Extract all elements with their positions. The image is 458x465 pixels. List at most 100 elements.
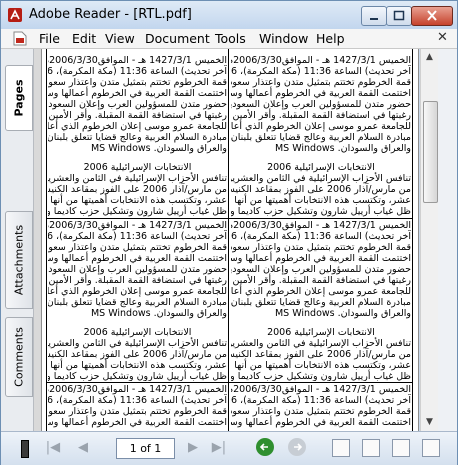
text-line: قمة الخرطوم تختتم بتمثيل متدن واعتذار سع…	[231, 242, 411, 253]
pdf-document-icon	[13, 31, 27, 46]
tab-comments-label: Comments	[12, 327, 26, 387]
date-line: الخميس 1427/3/1 هـ - الموافق2006/3/30م،	[231, 220, 411, 231]
scroll-down-icon[interactable]: ▼	[421, 414, 438, 431]
text-line: قمة الخرطوم تختتم بتمثيل متدن واعتذار سع…	[48, 77, 227, 88]
table-cell: الخميس 1427/3/1 هـ - الموافق2006/3/30م، …	[231, 220, 411, 381]
date-line: الخميس 1427/3/1 هـ - الموافق2006/3/30م،	[48, 384, 227, 395]
status-bar-handle	[21, 440, 29, 458]
first-page-icon[interactable]: |◀	[45, 440, 61, 456]
text-line: عشر، وتكتسب هذه الانتخابات أهميتها من أن…	[231, 195, 411, 206]
document-view[interactable]: الخميس 1427/3/1 هـ - الموافق2006/3/30م، …	[34, 49, 419, 431]
text-line: اختتمت القمة العربية في الخرطوم أعمالها …	[231, 253, 411, 264]
status-bar: |◀ ◀ 1 of 1 ▶ ▶|	[1, 431, 457, 465]
menu-tools[interactable]: Tools	[215, 31, 246, 46]
update-line: آخر تحديث) الساعة 11:36 (مكة المكرمة)، 8…	[48, 395, 227, 406]
vertical-scrollbar[interactable]: ▲ ▼	[420, 49, 438, 431]
text-line: اختتمت القمة العربية في الخرطوم أعمالها …	[231, 417, 411, 428]
next-page-icon[interactable]: ▶	[185, 440, 201, 456]
text-line: عشر، وتكتسب هذه الانتخابات أهميتها من أن…	[48, 360, 227, 371]
facing-view-icon[interactable]	[392, 439, 410, 457]
text-line: عشر، وتكتسب هذه الانتخابات أهميتها من أن…	[231, 360, 411, 371]
window-title: Adobe Reader - [RTL.pdf]	[29, 7, 192, 22]
table-cell: الخميس 1427/3/1 هـ - الموافق2006/3/30م، …	[48, 220, 227, 381]
date-line: الخميس 1427/3/1 هـ - الموافق2006/3/30م،	[48, 55, 227, 66]
text-line: اختتمت القمة العربية في الخرطوم أعمالها …	[48, 417, 227, 428]
pdf-page: الخميس 1427/3/1 هـ - الموافق2006/3/30م، …	[41, 49, 419, 431]
table-cell: الخميس 1427/3/1 هـ - الموافق2006/3/30م، …	[231, 384, 411, 431]
table-border-right	[412, 49, 413, 431]
section-title: الانتخابات الإسرائيلية 2006	[83, 327, 192, 338]
tab-pages[interactable]: Pages	[5, 65, 33, 131]
text-line: حضور متدن للمسؤولين العرب وإعلان السعودي…	[231, 99, 411, 110]
text-line: عشر، وتكتسب هذه الانتخابات أهميتها من أن…	[48, 195, 227, 206]
text-line: والعراق والسودان. MS Windows	[90, 143, 227, 154]
text-line: تنافس الأحزاب الإسرائيلية في الثامن والع…	[48, 173, 227, 184]
previous-page-icon[interactable]: ◀	[75, 440, 91, 456]
text-line: مبادرة السلام العربية وعالج قضايا تتعلق …	[231, 132, 411, 143]
menu-document[interactable]: Document	[145, 31, 210, 46]
tab-comments[interactable]: Comments	[5, 317, 33, 397]
update-line: آخر تحديث) الساعة 11:36 (مكة المكرمة)، 8…	[48, 66, 227, 77]
table-row-divider	[46, 218, 413, 219]
close-icon	[427, 10, 437, 21]
menu-help[interactable]: Help	[316, 31, 345, 46]
text-line: من مارس/آذار 2006 على الفوز بمقاعد الكني…	[231, 349, 411, 360]
right-panel-strip	[438, 49, 457, 431]
menu-edit[interactable]: Edit	[72, 31, 96, 46]
single-page-view-icon[interactable]	[332, 439, 350, 457]
date-line: الخميس 1427/3/1 هـ - الموافق2006/3/30م،	[231, 55, 411, 66]
menu-view[interactable]: View	[105, 31, 135, 46]
text-line: من مارس/آذار 2006 على الفوز بمقاعد الكني…	[231, 184, 411, 195]
text-line: رغبتها في استضافة القمة المقبلة. وأقر ال…	[231, 110, 411, 121]
tab-attachments[interactable]: Attachments	[5, 211, 33, 309]
go-forward-icon[interactable]	[288, 438, 306, 456]
text-line: ظل غياب أرييل شارون وتشكيل حزب كاديما وف…	[48, 371, 227, 381]
scroll-up-icon[interactable]: ▲	[421, 49, 438, 66]
text-line: اختتمت القمة العربية في الخرطوم أعمالها …	[48, 88, 227, 99]
table-border-middle	[228, 49, 229, 431]
update-line: آخر تحديث) الساعة 11:36 (مكة المكرمة)، 8…	[48, 231, 227, 242]
close-document-icon[interactable]: ✕	[437, 30, 448, 45]
text-line: قمة الخرطوم تختتم بتمثيل متدن واعتذار سع…	[48, 406, 227, 417]
text-line: رغبتها في استضافة القمة المقبلة. وأقر ال…	[48, 110, 227, 121]
text-line: رغبتها في استضافة القمة المقبلة. وأقر ال…	[231, 275, 411, 286]
text-line: للجامعة عمرو موسى إعلان الخرطوم الذي أعا…	[48, 286, 227, 297]
date-line: الخميس 1427/3/1 هـ - الموافق2006/3/30م،	[231, 384, 411, 395]
continuous-facing-view-icon[interactable]	[422, 439, 440, 457]
table-row-divider	[46, 382, 413, 383]
text-line: مبادرة السلام العربية وعالج قضايا تتعلق …	[48, 132, 227, 143]
page-number-field[interactable]: 1 of 1	[116, 438, 175, 459]
update-line: آخر تحديث) الساعة 11:36 (مكة المكرمة)، 8…	[231, 231, 411, 242]
table-cell: الخميس 1427/3/1 هـ - الموافق2006/3/30م، …	[231, 55, 411, 217]
adobe-reader-app-icon	[8, 8, 22, 22]
text-line: اختتمت القمة العربية في الخرطوم أعمالها …	[48, 253, 227, 264]
menu-bar: File Edit View Document Tools Window Hel…	[1, 29, 457, 49]
last-page-icon[interactable]: ▶|	[211, 440, 227, 456]
text-line: مبادرة السلام العربية وعالج قضايا تتعلق …	[48, 297, 227, 308]
application-window: Adobe Reader - [RTL.pdf] File Edit View …	[0, 0, 458, 465]
continuous-view-icon[interactable]	[362, 439, 380, 457]
table-border-left	[46, 49, 47, 431]
text-line: للجامعة عمرو موسى إعلان الخرطوم الذي أعا…	[231, 121, 411, 132]
text-line: ظل غياب أرييل شارون وتشكيل حزب كاديما وف…	[231, 206, 411, 217]
text-line: قمة الخرطوم تختتم بتمثيل متدن واعتذار سع…	[231, 77, 411, 88]
text-line: رغبتها في استضافة القمة المقبلة. وأقر ال…	[48, 275, 227, 286]
text-line: للجامعة عمرو موسى إعلان الخرطوم الذي أعا…	[48, 121, 227, 132]
menu-file[interactable]: File	[39, 31, 60, 46]
scrollbar-thumb[interactable]	[423, 101, 438, 203]
minimize-button[interactable]	[361, 6, 387, 26]
text-line: ظل غياب أرييل شارون وتشكيل حزب كاديما وف…	[48, 206, 227, 217]
table-cell: الخميس 1427/3/1 هـ - الموافق2006/3/30م، …	[48, 55, 227, 217]
go-back-icon[interactable]	[256, 438, 274, 456]
menu-window[interactable]: Window	[259, 31, 308, 46]
text-line: تنافس الأحزاب الإسرائيلية في الثامن والع…	[231, 338, 411, 349]
text-line: والعراق والسودان. MS Windows	[274, 143, 411, 154]
text-line: للجامعة عمرو موسى إعلان الخرطوم الذي أعا…	[231, 286, 411, 297]
table-cell: الخميس 1427/3/1 هـ - الموافق2006/3/30م، …	[48, 384, 227, 431]
text-line: من مارس/آذار 2006 على الفوز بمقاعد الكني…	[48, 184, 227, 195]
maximize-button[interactable]	[386, 6, 412, 26]
close-button[interactable]	[411, 6, 453, 26]
text-line: والعراق والسودان. MS Windows	[90, 308, 227, 319]
text-line: ظل غياب أرييل شارون وتشكيل حزب كاديما وف…	[231, 371, 411, 381]
text-line: قمة الخرطوم تختتم بتمثيل متدن واعتذار سع…	[48, 242, 227, 253]
